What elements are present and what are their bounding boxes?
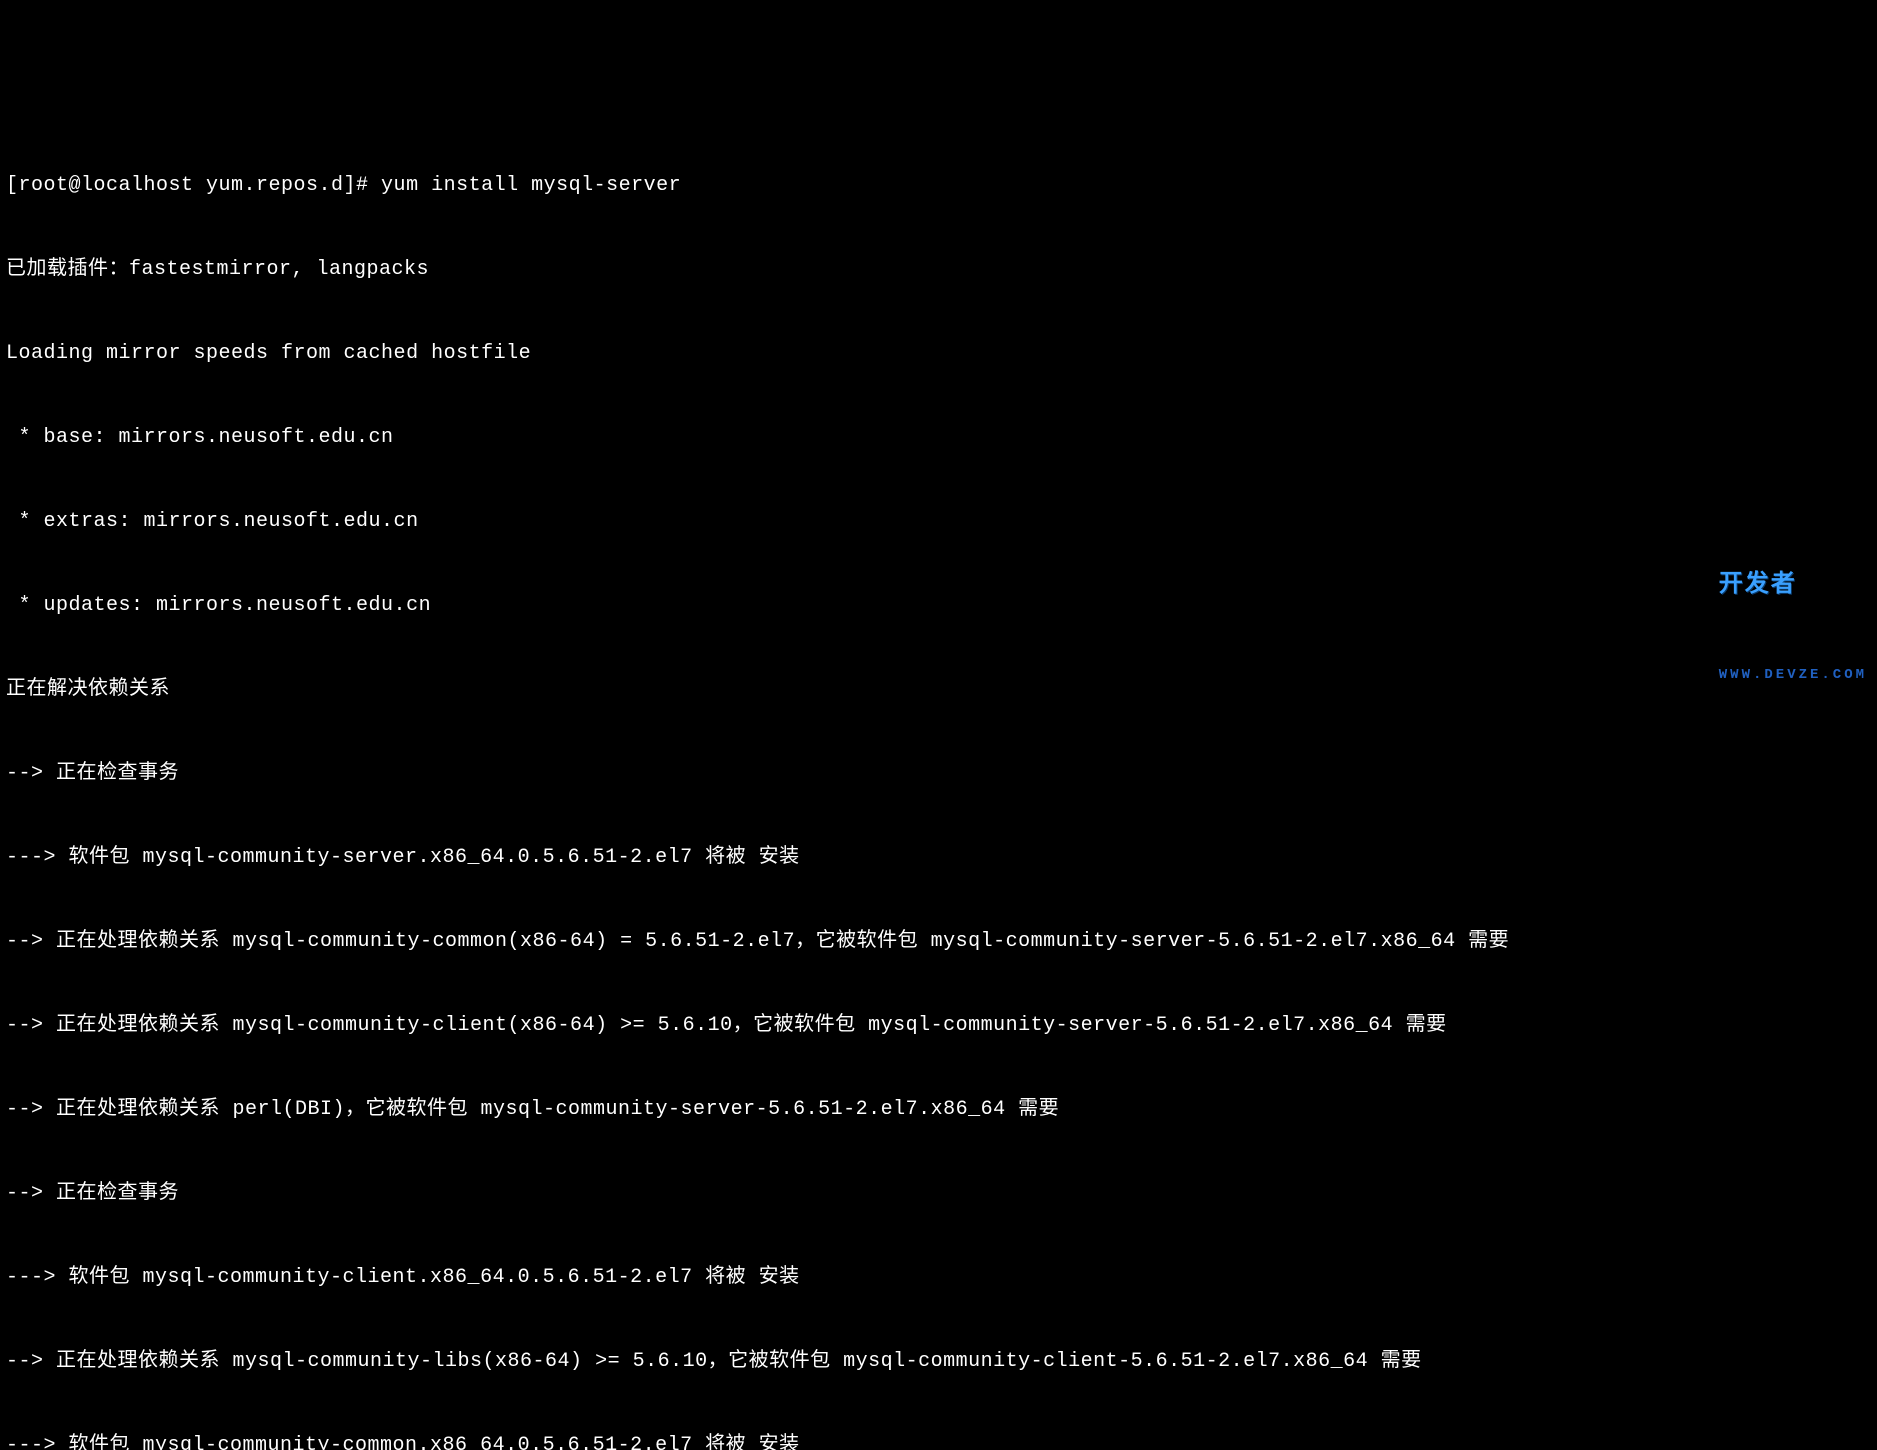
terminal-line: 正在解决依赖关系 — [6, 676, 1871, 704]
watermark: 开发者 WWW.DEVZE.COM — [1719, 502, 1867, 719]
terminal-line: --> 正在处理依赖关系 mysql-community-client(x86-… — [6, 1012, 1871, 1040]
terminal-line: --> 正在处理依赖关系 mysql-community-common(x86-… — [6, 928, 1871, 956]
terminal-line: 已加载插件：fastestmirror, langpacks — [6, 256, 1871, 284]
terminal-line: [root@localhost yum.repos.d]# yum instal… — [6, 172, 1871, 200]
watermark-url: WWW.DEVZE.COM — [1719, 666, 1867, 686]
terminal-line: --> 正在处理依赖关系 perl(DBI)，它被软件包 mysql-commu… — [6, 1096, 1871, 1124]
terminal-line: --> 正在检查事务 — [6, 1180, 1871, 1208]
terminal-output[interactable]: [root@localhost yum.repos.d]# yum instal… — [6, 116, 1871, 1450]
watermark-title: 开发者 — [1719, 569, 1867, 603]
terminal-line: ---> 软件包 mysql-community-server.x86_64.0… — [6, 844, 1871, 872]
terminal-line: * base: mirrors.neusoft.edu.cn — [6, 424, 1871, 452]
terminal-line: --> 正在处理依赖关系 mysql-community-libs(x86-64… — [6, 1348, 1871, 1376]
terminal-line: --> 正在检查事务 — [6, 760, 1871, 788]
terminal-line: ---> 软件包 mysql-community-client.x86_64.0… — [6, 1264, 1871, 1292]
terminal-line: ---> 软件包 mysql-community-common.x86_64.0… — [6, 1432, 1871, 1450]
terminal-line: Loading mirror speeds from cached hostfi… — [6, 340, 1871, 368]
terminal-line: * extras: mirrors.neusoft.edu.cn — [6, 508, 1871, 536]
terminal-line: * updates: mirrors.neusoft.edu.cn — [6, 592, 1871, 620]
